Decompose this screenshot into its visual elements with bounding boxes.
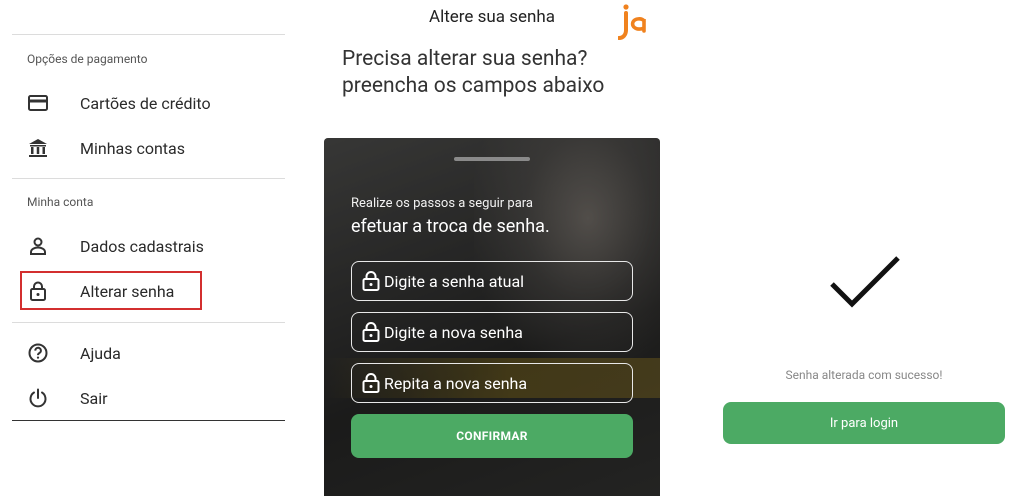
- section-title-account: Minha conta: [27, 195, 94, 209]
- menu-item-label: Dados cadastrais: [80, 236, 204, 256]
- card-instructions-emphasis: efetuar a troca de senha.: [351, 216, 550, 237]
- password-card: Realize os passos a seguir para efetuar …: [324, 138, 660, 496]
- menu-item-label: Minhas contas: [80, 138, 185, 158]
- menu-item-label: Sair: [80, 388, 108, 408]
- highlight-box: [20, 271, 202, 310]
- bank-icon: [27, 137, 49, 159]
- menu-divider: [12, 178, 285, 179]
- current-password-placeholder: Digite a senha atual: [384, 271, 525, 291]
- credit-card-icon: [27, 92, 49, 114]
- menu-item-profile-data[interactable]: Dados cadastrais: [12, 226, 285, 266]
- card-instructions: Realize os passos a seguir para: [351, 196, 533, 211]
- checkmark-icon: [828, 254, 902, 310]
- menu-item-logout[interactable]: Sair: [12, 378, 285, 418]
- side-menu: Opções de pagamento Cartões de crédito M…: [12, 0, 285, 496]
- lock-icon: [362, 271, 380, 291]
- menu-item-my-accounts[interactable]: Minhas contas: [12, 128, 285, 168]
- menu-divider: [12, 322, 285, 323]
- new-password-placeholder: Digite a nova senha: [384, 322, 523, 342]
- repeat-password-placeholder: Repita a nova senha: [384, 373, 528, 393]
- headline: Precisa alterar sua senha? preencha os c…: [342, 46, 604, 100]
- lock-icon: [362, 322, 380, 342]
- help-circle-icon: [27, 342, 49, 364]
- lock-icon: [362, 373, 380, 393]
- success-message: Senha alterada com sucesso!: [785, 368, 943, 382]
- menu-divider: [12, 34, 285, 35]
- headline-line-2: preencha os campos abaixo: [342, 74, 605, 98]
- confirm-button[interactable]: CONFIRMAR: [351, 414, 633, 458]
- drag-handle[interactable]: [454, 157, 530, 161]
- page-title: Altere sua senha: [428, 7, 556, 27]
- power-icon: [27, 387, 49, 409]
- current-password-field[interactable]: Digite a senha atual: [351, 261, 633, 301]
- repeat-password-field[interactable]: Repita a nova senha: [351, 363, 633, 403]
- menu-item-label: Cartões de crédito: [80, 93, 211, 113]
- menu-item-label: Ajuda: [80, 343, 121, 363]
- person-icon: [27, 235, 49, 257]
- new-password-field[interactable]: Digite a nova senha: [351, 312, 633, 352]
- menu-item-credit-cards[interactable]: Cartões de crédito: [12, 83, 285, 123]
- ja-logo: [617, 3, 648, 41]
- menu-bottom-divider: [12, 420, 285, 421]
- section-title-payment: Opções de pagamento: [27, 52, 148, 66]
- headline-line-1: Precisa alterar sua senha?: [342, 47, 588, 71]
- go-to-login-button[interactable]: Ir para login: [723, 402, 1005, 444]
- menu-item-help[interactable]: Ajuda: [12, 333, 285, 373]
